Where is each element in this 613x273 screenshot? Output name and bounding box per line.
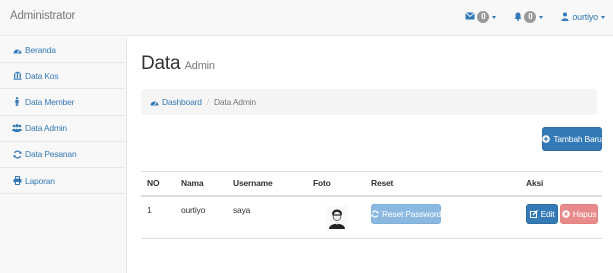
cell-foto bbox=[307, 195, 365, 239]
sidebar-item-data-member[interactable]: Data Member bbox=[0, 89, 126, 116]
sidebar-item-data-kos[interactable]: Data Kos bbox=[0, 63, 126, 90]
messages-dropdown[interactable]: 0 bbox=[465, 11, 497, 23]
sidebar-item-beranda[interactable]: Beranda bbox=[0, 37, 126, 64]
user-icon bbox=[561, 12, 569, 23]
dashboard-icon bbox=[12, 46, 22, 54]
reset-password-label: Reset Password bbox=[381, 208, 442, 219]
sidebar-item-label: Data Member bbox=[25, 96, 75, 107]
refresh-icon bbox=[371, 209, 379, 218]
admin-table: NO Nama Username Foto Reset Aksi 1 ourti… bbox=[141, 171, 602, 239]
breadcrumb-home-label: Dashboard bbox=[162, 97, 202, 107]
alerts-badge: 0 bbox=[524, 11, 537, 23]
cell-aksi: Edit Hapus bbox=[520, 195, 602, 239]
messages-badge: 0 bbox=[477, 11, 490, 23]
edit-button[interactable]: Edit bbox=[526, 203, 558, 224]
user-dropdown[interactable]: ourtiyo bbox=[561, 12, 605, 23]
edit-icon bbox=[529, 209, 538, 218]
breadcrumb-current: Data Admin bbox=[213, 97, 256, 107]
column-header-no: NO bbox=[141, 171, 175, 197]
top-navbar: Administrator 0 0 ourtiyo bbox=[0, 0, 613, 36]
table-header-row: NO Nama Username Foto Reset Aksi bbox=[141, 171, 602, 197]
user-male-icon bbox=[12, 97, 22, 107]
edit-label: Edit bbox=[540, 208, 555, 219]
reset-password-button[interactable]: Reset Password bbox=[371, 203, 442, 224]
cell-reset: Reset Password bbox=[365, 195, 520, 239]
cell-nama: ourtiyo bbox=[175, 195, 227, 239]
delete-button[interactable]: Hapus bbox=[560, 203, 598, 224]
alerts-dropdown[interactable]: 0 bbox=[514, 11, 544, 23]
top-nav-right: 0 0 ourtiyo bbox=[447, 11, 605, 23]
table-row: 1 ourtiyo saya Reset Password Edit Hapus bbox=[141, 195, 602, 239]
bank-icon bbox=[12, 71, 22, 80]
delete-label: Hapus bbox=[572, 208, 597, 219]
sidebar-item-laporan[interactable]: Laporan bbox=[0, 168, 126, 195]
user-name: ourtiyo bbox=[572, 12, 598, 22]
caret-down-icon bbox=[539, 15, 544, 19]
plus-circle-icon bbox=[542, 135, 551, 143]
breadcrumb-home-link[interactable]: Dashboard bbox=[150, 97, 202, 107]
dashboard-icon bbox=[150, 98, 159, 106]
breadcrumb: Dashboard / Data Admin bbox=[141, 89, 597, 115]
remove-circle-icon bbox=[561, 209, 570, 218]
sidebar-item-label: Beranda bbox=[25, 44, 56, 55]
cell-no: 1 bbox=[141, 195, 175, 239]
column-header-username: Username bbox=[227, 171, 307, 197]
column-header-aksi: Aksi bbox=[520, 171, 602, 197]
sidebar-item-label: Data Pesanan bbox=[25, 149, 77, 160]
sidebar-item-data-pesanan[interactable]: Data Pesanan bbox=[0, 142, 126, 168]
page-title: Data Admin bbox=[141, 53, 215, 75]
print-icon bbox=[12, 176, 22, 186]
column-header-nama: Nama bbox=[175, 171, 227, 197]
caret-down-icon bbox=[492, 15, 497, 19]
caret-down-icon bbox=[601, 15, 605, 19]
sidebar-item-label: Data Admin bbox=[25, 123, 67, 134]
cell-username: saya bbox=[227, 195, 307, 239]
add-new-button[interactable]: Tambah Baru bbox=[542, 127, 602, 151]
sidebar-item-label: Laporan bbox=[25, 175, 55, 186]
sidebar: Beranda Data Kos Data Member Data Admin … bbox=[0, 37, 127, 273]
page-title-main: Data bbox=[141, 53, 181, 74]
sidebar-item-label: Data Kos bbox=[25, 70, 59, 81]
envelope-icon bbox=[465, 12, 476, 22]
sidebar-item-data-admin[interactable]: Data Admin bbox=[0, 116, 126, 142]
users-icon bbox=[12, 124, 22, 133]
refresh-icon bbox=[12, 150, 22, 159]
avatar bbox=[326, 204, 348, 229]
page-title-sub: Admin bbox=[184, 60, 215, 72]
main-content: Data Admin Dashboard / Data Admin Tambah… bbox=[128, 37, 613, 273]
brand-title[interactable]: Administrator bbox=[10, 10, 75, 22]
bell-icon bbox=[514, 12, 522, 23]
add-new-label: Tambah Baru bbox=[553, 134, 602, 144]
breadcrumb-separator: / bbox=[206, 97, 209, 107]
column-header-foto: Foto bbox=[307, 171, 365, 197]
column-header-reset: Reset bbox=[365, 171, 520, 197]
